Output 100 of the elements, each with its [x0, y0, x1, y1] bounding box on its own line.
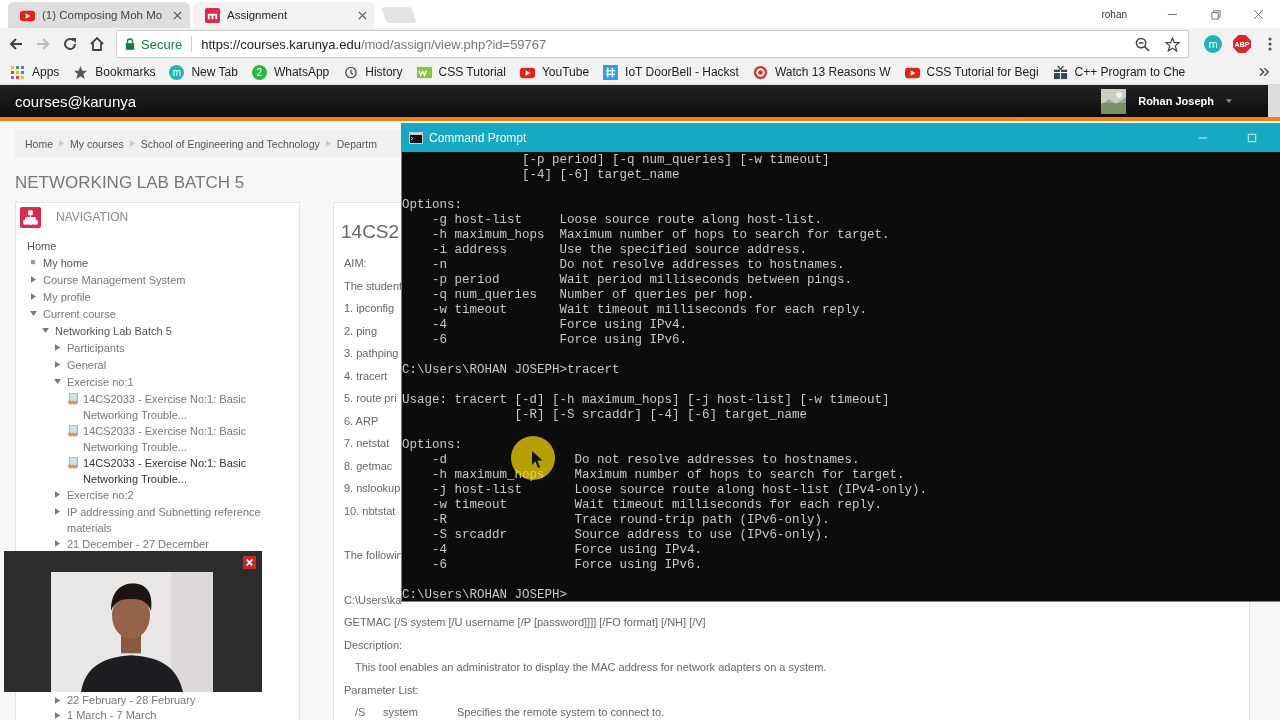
zoom-out-icon[interactable] — [1135, 36, 1150, 52]
content-text: Description: — [343, 637, 403, 653]
parameter-text: system — [383, 706, 419, 719]
caret-icon[interactable] — [1226, 99, 1232, 103]
expand-arrow-icon[interactable] — [55, 344, 60, 351]
moodle-icon — [205, 7, 220, 23]
expand-arrow-icon[interactable] — [55, 697, 60, 704]
breadcrumb-link[interactable]: Departm — [336, 137, 377, 150]
profile-name[interactable]: rohan — [1101, 8, 1127, 20]
content-text: This tool enables an administrator to display the MAC address for network adapters on a system. — [354, 660, 827, 675]
console-line: -w timeout Wait timeout milliseconds for each reply. — [431, 498, 884, 513]
nav-item[interactable]: 1 March - 7 March — [67, 708, 157, 720]
breadcrumb-link[interactable]: My courses — [70, 137, 124, 150]
star-icon[interactable] — [1165, 36, 1180, 52]
chevron-icon[interactable] — [1259, 67, 1270, 77]
console-line: -d Do not resolve addresses to hostnames. — [431, 453, 861, 468]
bookmark[interactable]: m New Tab — [169, 64, 238, 80]
nav-link[interactable]: 14CS2033 - Exercise No:1: Basic Networking Trouble... — [83, 455, 248, 487]
expand-arrow-icon[interactable] — [55, 540, 60, 547]
expand-arrow-icon[interactable] — [31, 293, 36, 300]
content-text: 3. pathping — [343, 346, 399, 361]
browser-tab[interactable]: Assignment — [193, 2, 375, 28]
console-line: Usage: tracert [-d] [-h maximum_hops] [-j host-list] [-w timeout] — [402, 393, 891, 408]
nav-item[interactable]: 22 February - 28 February — [67, 693, 196, 708]
nav-item[interactable]: 21 December - 27 December — [67, 536, 209, 552]
nav-link[interactable]: Home — [27, 238, 57, 254]
content-text: 6. ARP — [343, 413, 379, 429]
user-menu[interactable]: Rohan Joseph — [1138, 95, 1214, 107]
bookmark[interactable]: C++ Program to Che — [1052, 64, 1186, 80]
bookmark[interactable]: Watch 13 Reasons W — [752, 64, 891, 80]
target-icon — [752, 64, 768, 80]
nav-item[interactable]: IP addressing and Subnetting reference materials — [67, 504, 284, 536]
browser-tab[interactable]: (1) Composing Moh Mo — [8, 2, 190, 28]
url-text: https://courses.karunya.edu/mod/assign/view.php?id=59767 — [201, 36, 547, 52]
bookmark[interactable]: Apps — [10, 64, 60, 80]
history-icon — [343, 64, 359, 80]
expand-arrow-icon[interactable] — [55, 712, 60, 719]
content-text: 5. route pri — [343, 391, 397, 406]
nav-item[interactable]: Current course — [43, 306, 116, 322]
console-line: [-4] [-6] target_name — [521, 168, 681, 183]
nav-item[interactable]: Exercise no:1 — [67, 374, 134, 390]
bookmark[interactable]: YouTube — [519, 64, 590, 80]
bookmark[interactable]: IoT DoorBell - Hackst — [603, 64, 739, 80]
console-line: -g host-list Loose source route along host-list. — [431, 213, 824, 228]
breadcrumb-link[interactable]: Home — [25, 137, 53, 150]
expand-arrow-icon[interactable] — [30, 311, 37, 316]
bookmark[interactable]: 2 WhatsApp — [251, 64, 330, 80]
nav-item[interactable]: General — [67, 357, 107, 373]
expand-arrow-icon[interactable] — [54, 379, 61, 384]
console-line: -n Do not resolve addresses to hostnames. — [431, 258, 846, 273]
hash-icon — [603, 64, 619, 80]
maximize-icon[interactable] — [1247, 133, 1257, 143]
nav-item[interactable]: Networking Lab Batch 5 — [55, 323, 172, 339]
nav-link[interactable]: My home — [43, 255, 89, 271]
nav-item[interactable]: Course Management System — [43, 272, 186, 288]
console-line: -p period Wait period milliseconds between pings. — [431, 273, 854, 288]
home-icon[interactable] — [89, 36, 105, 52]
bookmark[interactable]: Bookmarks — [73, 64, 156, 80]
content-text: 4. tracert — [343, 368, 388, 384]
bookmark[interactable]: History — [343, 64, 403, 80]
close-icon[interactable] — [1253, 8, 1264, 20]
console-line: [-p period] [-q num_queries] [-w timeout] — [521, 153, 831, 168]
console-line: -j host-list Loose source route along host-list (IPv4-only). — [431, 483, 929, 498]
restore-icon[interactable] — [1210, 8, 1221, 20]
content-text: 7. netstat — [343, 436, 390, 451]
console-line: -h maximum_hops Maximum number of hops to search for target. — [431, 228, 891, 243]
nav-item[interactable]: My profile — [43, 289, 91, 305]
expand-arrow-icon[interactable] — [55, 491, 60, 498]
sitemap-icon — [20, 206, 41, 228]
expand-arrow-icon[interactable] — [42, 328, 49, 333]
nav-link[interactable]: 14CS2033 - Exercise No:1: Basic Networking Trouble... — [83, 391, 248, 423]
expand-arrow-icon[interactable] — [55, 361, 60, 368]
content-text: AIM: — [343, 256, 367, 271]
expand-arrow-icon[interactable] — [55, 508, 60, 515]
site-name[interactable]: courses@karunya — [15, 92, 137, 110]
content-text: GETMAC [/S system [/U username [/P [password]]]] [/FO format] [/NH] [/V] — [343, 615, 706, 630]
bookmark[interactable]: CSS Tutorial for Begi — [904, 64, 1039, 80]
window-title: Command Prompt — [429, 131, 527, 145]
console-line: -6 Force using IPv6. — [431, 558, 704, 573]
nav-item[interactable]: Participants — [67, 340, 125, 356]
close-icon[interactable] — [243, 556, 256, 569]
back-icon[interactable] — [8, 36, 24, 52]
console-line: Options: — [402, 438, 463, 453]
console-line: [-R] [-S srcaddr] [-4] [-6] target_name — [513, 408, 809, 423]
apps-grid-icon — [10, 64, 25, 80]
menu-icon[interactable] — [1268, 36, 1272, 52]
scrollbar[interactable] — [1268, 85, 1280, 117]
address-bar[interactable]: Secure https://courses.karunya.edu/mod/assign/view.php?id=59767 — [116, 30, 1189, 58]
breadcrumb-link[interactable]: School of Engineering and Technology — [140, 137, 320, 150]
close-icon[interactable] — [358, 10, 367, 20]
console-line: -R Trace round-trip path (IPv6-only). — [431, 513, 831, 528]
content-text: 1. ipconfig — [343, 301, 395, 316]
close-icon[interactable] — [173, 10, 182, 20]
separator-icon — [325, 140, 331, 147]
reload-icon[interactable] — [62, 36, 78, 52]
nav-item[interactable]: Exercise no:2 — [67, 487, 134, 503]
bookmark[interactable]: CSS Tutorial — [416, 64, 506, 80]
nav-link[interactable]: 14CS2033 - Exercise No:1: Basic Networking Trouble... — [83, 423, 248, 455]
console-icon — [409, 132, 423, 144]
expand-arrow-icon[interactable] — [31, 276, 36, 283]
